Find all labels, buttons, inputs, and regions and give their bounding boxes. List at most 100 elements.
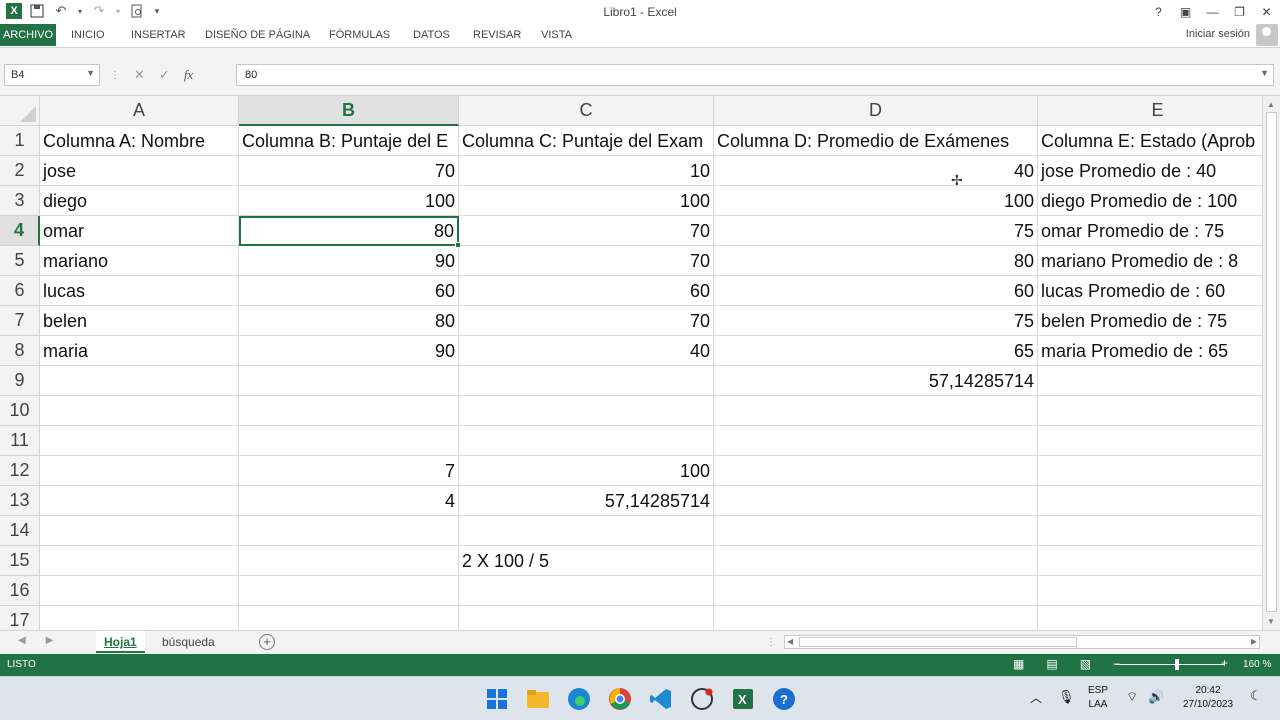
cell-e12[interactable] [1038, 456, 1262, 486]
tab-view[interactable]: VISTA [537, 24, 576, 46]
scroll-up-icon[interactable]: ▲ [1267, 100, 1275, 109]
horizontal-scroll-thumb[interactable] [799, 637, 1077, 647]
name-box[interactable]: B4 ▼ [4, 64, 100, 86]
start-icon[interactable] [484, 686, 510, 712]
cell-d5[interactable]: 80 [714, 246, 1038, 276]
edge-icon[interactable] [566, 686, 592, 712]
excel-taskbar-icon[interactable]: X [730, 686, 756, 712]
cell-d7[interactable]: 75 [714, 306, 1038, 336]
zoom-slider-knob[interactable] [1175, 659, 1180, 670]
sign-in-link[interactable]: Iniciar sesión [1186, 28, 1250, 40]
column-header-c[interactable]: C [459, 96, 714, 126]
enter-icon[interactable]: ✓ [159, 67, 170, 83]
cell-c5[interactable]: 70 [459, 246, 714, 276]
cell-d16[interactable] [714, 576, 1038, 606]
cell-d15[interactable] [714, 546, 1038, 576]
row-header-13[interactable]: 13 [0, 486, 40, 516]
cell-d8[interactable]: 65 [714, 336, 1038, 366]
row-header-8[interactable]: 8 [0, 336, 40, 366]
chrome-icon[interactable] [607, 686, 633, 712]
tab-review[interactable]: REVISAR [469, 24, 525, 46]
column-header-b[interactable]: B [239, 96, 459, 126]
tray-chevron-icon[interactable]: ︿ [1030, 689, 1042, 706]
cell-b13[interactable]: 4 [239, 486, 459, 516]
vscode-icon[interactable] [648, 686, 674, 712]
vertical-scroll-thumb[interactable] [1266, 112, 1277, 612]
column-header-d[interactable]: D [714, 96, 1038, 126]
language-indicator[interactable]: ESP LAA [1088, 685, 1108, 710]
restore-button[interactable]: ❐ [1226, 0, 1253, 24]
row-header-3[interactable]: 3 [0, 186, 40, 216]
cell-e15[interactable] [1038, 546, 1262, 576]
cell-b11[interactable] [239, 426, 459, 456]
cell-c2[interactable]: 10 [459, 156, 714, 186]
tab-home[interactable]: INICIO [67, 24, 109, 46]
cell-d1[interactable]: Columna D: Promedio de Exámenes [714, 126, 1038, 156]
cell-d4[interactable]: 75 [714, 216, 1038, 246]
cell-c8[interactable]: 40 [459, 336, 714, 366]
cell-e16[interactable] [1038, 576, 1262, 606]
cell-b6[interactable]: 60 [239, 276, 459, 306]
fill-handle[interactable] [455, 242, 461, 248]
tab-data[interactable]: DATOS [409, 24, 454, 46]
cell-a5[interactable]: mariano [40, 246, 239, 276]
cell-e9[interactable] [1038, 366, 1262, 396]
cell-e3[interactable]: diego Promedio de : 100 [1038, 186, 1262, 216]
cell-a17[interactable] [40, 606, 239, 630]
cell-e13[interactable] [1038, 486, 1262, 516]
scroll-left-icon[interactable]: ◀ [787, 637, 793, 646]
column-header-a[interactable]: A [40, 96, 239, 126]
cell-e1[interactable]: Columna E: Estado (Aprob [1038, 126, 1262, 156]
tab-page-layout[interactable]: DISEÑO DE PÁGINA [201, 24, 314, 46]
column-header-e[interactable]: E [1038, 96, 1262, 126]
cell-a11[interactable] [40, 426, 239, 456]
cell-a15[interactable] [40, 546, 239, 576]
row-header-1[interactable]: 1 [0, 126, 40, 156]
tab-formulas[interactable]: FÓRMULAS [325, 24, 394, 46]
cell-b16[interactable] [239, 576, 459, 606]
cell-d3[interactable]: 100 [714, 186, 1038, 216]
tab-insert[interactable]: INSERTAR [127, 24, 190, 46]
cell-e2[interactable]: jose Promedio de : 40 [1038, 156, 1262, 186]
cell-c6[interactable]: 60 [459, 276, 714, 306]
cell-d17[interactable] [714, 606, 1038, 630]
zoom-level[interactable]: 160 % [1243, 659, 1271, 670]
cell-c3[interactable]: 100 [459, 186, 714, 216]
cell-a10[interactable] [40, 396, 239, 426]
cell-d13[interactable] [714, 486, 1038, 516]
cell-a16[interactable] [40, 576, 239, 606]
cell-e8[interactable]: maria Promedio de : 65 [1038, 336, 1262, 366]
cell-c16[interactable] [459, 576, 714, 606]
tab-file[interactable]: ARCHIVO [0, 24, 56, 46]
ribbon-display-icon[interactable]: ▣ [1172, 0, 1199, 24]
cell-c14[interactable] [459, 516, 714, 546]
row-header-7[interactable]: 7 [0, 306, 40, 336]
cell-a3[interactable]: diego [40, 186, 239, 216]
cell-c12[interactable]: 100 [459, 456, 714, 486]
cell-b10[interactable] [239, 396, 459, 426]
add-sheet-icon[interactable]: + [259, 634, 275, 650]
cell-c1[interactable]: Columna C: Puntaje del Exam [459, 126, 714, 156]
row-header-6[interactable]: 6 [0, 276, 40, 306]
cell-e4[interactable]: omar Promedio de : 75 [1038, 216, 1262, 246]
page-break-view-icon[interactable]: ▧ [1080, 657, 1091, 671]
cell-b12[interactable]: 7 [239, 456, 459, 486]
cell-c11[interactable] [459, 426, 714, 456]
zoom-in-icon[interactable]: + [1221, 656, 1228, 670]
cell-a8[interactable]: maria [40, 336, 239, 366]
cell-b3[interactable]: 100 [239, 186, 459, 216]
row-header-11[interactable]: 11 [0, 426, 40, 456]
help-icon[interactable]: ? [1145, 0, 1172, 24]
cell-b8[interactable]: 90 [239, 336, 459, 366]
cell-d9[interactable]: 57,14285714 [714, 366, 1038, 396]
cell-a9[interactable] [40, 366, 239, 396]
sheet-tab-busqueda[interactable]: búsqueda [154, 631, 223, 653]
cell-a6[interactable]: lucas [40, 276, 239, 306]
sheet-tab-hoja1[interactable]: Hoja1 [96, 631, 145, 653]
cell-c17[interactable] [459, 606, 714, 630]
row-header-4[interactable]: 4 [0, 216, 40, 246]
cell-e17[interactable] [1038, 606, 1262, 630]
cell-b4[interactable]: 80 [239, 216, 459, 246]
row-header-16[interactable]: 16 [0, 576, 40, 606]
scroll-right-icon[interactable]: ▶ [1251, 637, 1257, 646]
